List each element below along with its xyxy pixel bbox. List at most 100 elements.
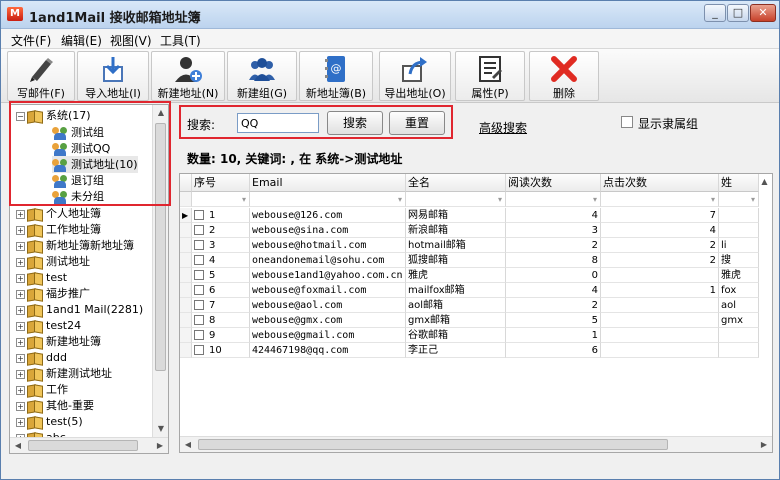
row-checkbox[interactable]	[194, 315, 204, 325]
row-selector[interactable]	[180, 238, 192, 253]
scroll-thumb[interactable]	[155, 123, 166, 371]
cell-name[interactable]: 雅虎	[406, 268, 506, 283]
cell-clicks[interactable]	[601, 328, 719, 343]
row-checkbox[interactable]	[194, 300, 204, 310]
tree-item-system[interactable]: − 系统(17)	[16, 107, 91, 124]
expand-icon[interactable]: +	[16, 305, 25, 315]
expand-icon[interactable]: +	[16, 337, 25, 347]
cell-name[interactable]: 狐搜邮箱	[406, 253, 506, 268]
row-selector[interactable]	[180, 283, 192, 298]
cell-name[interactable]: gmx邮箱	[406, 313, 506, 328]
cell-name[interactable]: aol邮箱	[406, 298, 506, 313]
compose-button[interactable]: 写邮件(F)	[7, 51, 75, 101]
filter-cell-fullname[interactable]	[406, 192, 506, 207]
menu-edit[interactable]: 编辑(E)	[61, 32, 102, 49]
tree-item-test-address[interactable]: 测试地址(10)	[52, 156, 138, 173]
cell-surname[interactable]: aol	[719, 298, 759, 313]
scroll-thumb[interactable]	[198, 439, 668, 450]
cell-no[interactable]: 5	[192, 268, 250, 283]
tree-item-new-book[interactable]: + 新地址簿新地址簿	[16, 237, 134, 254]
expand-icon[interactable]: +	[16, 321, 25, 331]
address-book-tree[interactable]: − 系统(17) 测试组 测试QQ 测试地址(10) 退订组 未分组 + 个人地址簿…	[9, 104, 169, 454]
expand-icon[interactable]: +	[16, 209, 25, 219]
expand-icon[interactable]: +	[16, 385, 25, 395]
cell-no[interactable]: 7	[192, 298, 250, 313]
tree-item-test-qq[interactable]: 测试QQ	[52, 140, 110, 157]
cell-clicks[interactable]	[601, 268, 719, 283]
cell-reads[interactable]: 1	[506, 328, 601, 343]
tree-item-personal[interactable]: + 个人地址簿	[16, 205, 101, 222]
cell-surname[interactable]: gmx	[719, 313, 759, 328]
close-button[interactable]: ✕	[750, 4, 776, 22]
expand-icon[interactable]: +	[16, 241, 25, 251]
cell-name[interactable]: 新浪邮箱	[406, 223, 506, 238]
tree-item-work-book[interactable]: + 工作地址簿	[16, 221, 101, 238]
tree-item-ungrouped[interactable]: 未分组	[52, 188, 104, 205]
cell-no[interactable]: 1	[192, 208, 250, 223]
cell-surname[interactable]: li	[719, 238, 759, 253]
expand-icon[interactable]: +	[16, 401, 25, 411]
row-checkbox[interactable]	[194, 330, 204, 340]
cell-email[interactable]: oneandonemail@sohu.com	[250, 253, 406, 268]
tree-item-work[interactable]: + 工作	[16, 381, 68, 398]
cell-surname[interactable]: 雅虎	[719, 268, 759, 283]
cell-reads[interactable]: 4	[506, 283, 601, 298]
cell-name[interactable]: hotmail邮箱	[406, 238, 506, 253]
cell-email[interactable]: webouse@hotmail.com	[250, 238, 406, 253]
scroll-right-icon[interactable]: ▶	[756, 437, 772, 452]
filter-cell-surname[interactable]	[719, 192, 759, 207]
cell-reads[interactable]: 6	[506, 343, 601, 358]
column-header-fullname[interactable]: 全名	[406, 174, 506, 192]
cell-surname[interactable]: fox	[719, 283, 759, 298]
tree-item-1and1mail[interactable]: +1and1 Mail(2281)	[16, 301, 143, 318]
cell-name[interactable]: 李正己	[406, 343, 506, 358]
row-checkbox[interactable]	[194, 285, 204, 295]
cell-no[interactable]: 10	[192, 343, 250, 358]
reset-button[interactable]: 重置	[389, 111, 445, 135]
menu-tools[interactable]: 工具(T)	[160, 32, 201, 49]
column-header-reads[interactable]: 阅读次数	[506, 174, 601, 192]
cell-clicks[interactable]: 4	[601, 223, 719, 238]
row-selector[interactable]	[180, 298, 192, 313]
row-checkbox[interactable]	[194, 345, 204, 355]
cell-reads[interactable]: 4	[506, 208, 601, 223]
row-selector[interactable]: ▶	[180, 208, 192, 223]
cell-name[interactable]: mailfox邮箱	[406, 283, 506, 298]
delete-button[interactable]: 删除	[529, 51, 599, 101]
filter-cell-no[interactable]	[192, 192, 250, 207]
cell-clicks[interactable]: 2	[601, 238, 719, 253]
advanced-search-link[interactable]: 高级搜索	[479, 119, 527, 136]
grid-horizontal-scrollbar[interactable]: ◀ ▶	[180, 436, 772, 452]
cell-email[interactable]: webouse@sina.com	[250, 223, 406, 238]
cell-clicks[interactable]	[601, 313, 719, 328]
cell-clicks[interactable]: 2	[601, 253, 719, 268]
new-address-book-button[interactable]: @ 新地址簿(B)	[299, 51, 373, 101]
search-input[interactable]	[237, 113, 319, 133]
row-checkbox[interactable]	[194, 210, 204, 220]
cell-no[interactable]: 2	[192, 223, 250, 238]
tree-item-ddd[interactable]: + ddd	[16, 349, 67, 366]
expand-icon[interactable]: +	[16, 289, 25, 299]
import-address-button[interactable]: 导入地址(I)	[77, 51, 149, 101]
tree-item-test24[interactable]: + test24	[16, 317, 81, 334]
cell-name[interactable]: 谷歌邮箱	[406, 328, 506, 343]
row-checkbox[interactable]	[194, 255, 204, 265]
minimize-button[interactable]: _	[704, 4, 726, 22]
cell-no[interactable]: 3	[192, 238, 250, 253]
cell-no[interactable]: 9	[192, 328, 250, 343]
row-selector[interactable]	[180, 343, 192, 358]
row-selector[interactable]	[180, 328, 192, 343]
cell-no[interactable]: 8	[192, 313, 250, 328]
new-address-button[interactable]: 新建地址(N)	[151, 51, 225, 101]
cell-email[interactable]: webouse@aol.com	[250, 298, 406, 313]
cell-reads[interactable]: 3	[506, 223, 601, 238]
cell-clicks[interactable]: 7	[601, 208, 719, 223]
tree-item-new-test-address[interactable]: + 新建测试地址	[16, 365, 112, 382]
tree-vertical-scrollbar[interactable]: ▲ ▼	[152, 105, 168, 437]
cell-name[interactable]: 网易邮箱	[406, 208, 506, 223]
cell-surname[interactable]	[719, 223, 759, 238]
row-selector[interactable]	[180, 223, 192, 238]
cell-surname[interactable]	[719, 328, 759, 343]
cell-email[interactable]: webouse1and1@yahoo.com.cn	[250, 268, 406, 283]
expand-icon[interactable]: +	[16, 353, 25, 363]
